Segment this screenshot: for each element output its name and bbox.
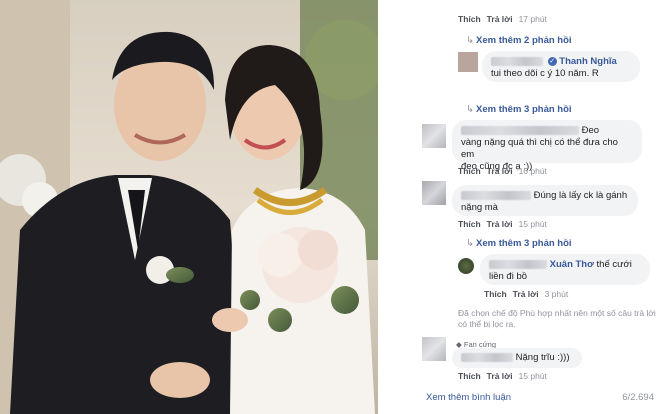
like-link[interactable]: Thích: [458, 14, 481, 24]
reply-link[interactable]: Trả lời: [513, 289, 539, 299]
blurred-name: [461, 125, 579, 135]
like-link[interactable]: Thích: [484, 289, 507, 299]
commenter-name[interactable]: Xuân Thơ: [550, 259, 594, 270]
avatar[interactable]: [458, 52, 478, 72]
reply-arrow-icon: ↳: [466, 238, 474, 249]
reply-arrow-icon: ↳: [466, 35, 474, 46]
comment-time: 3 phút: [544, 289, 569, 299]
like-link[interactable]: Thích: [458, 371, 481, 381]
comment-text: tui theo dõi c ý 10 năm. R: [491, 68, 599, 79]
commenter-name[interactable]: Thanh Nghĩa: [559, 56, 617, 67]
reply-link[interactable]: Trả lời: [487, 166, 513, 176]
verified-badge-icon: ✓: [547, 56, 557, 66]
comment-count: 6/2.694: [622, 392, 654, 403]
comment-text: vàng nặng quá thì chị có thể đưa cho em: [461, 137, 618, 160]
view-more-replies-link[interactable]: ↳ Xem thêm 3 phản hồi: [466, 104, 572, 115]
avatar[interactable]: [422, 124, 446, 148]
wedding-photo-image: [0, 0, 378, 414]
like-link[interactable]: Thích: [458, 219, 481, 229]
comment-meta: Thích Trả lời 15 phút: [458, 219, 547, 229]
comment-text: nặng mà: [461, 202, 498, 213]
comment-text: Đeo: [581, 125, 600, 136]
comment-bubble: Nặng trĩu :))): [452, 348, 582, 368]
blurred-name: [489, 259, 547, 269]
blurred-name: [461, 352, 513, 362]
reply-arrow-icon: ↳: [466, 104, 474, 115]
reply-bubble: ✓ Thanh Nghĩa tui theo dõi c ý 10 năm. R: [482, 51, 640, 82]
blurred-name: [491, 56, 543, 66]
avatar[interactable]: [458, 258, 474, 274]
reply-link[interactable]: Trả lời: [487, 14, 513, 24]
comment-bubble: Đúng là lấy ck là gánh nặng mà: [452, 185, 638, 216]
avatar[interactable]: [422, 181, 446, 205]
reply-link[interactable]: Trả lời: [487, 371, 513, 381]
comment-text: liền đi bồ: [489, 271, 528, 282]
comment-meta: Thích Trả lời 3 phút: [484, 289, 568, 299]
reply-link[interactable]: Trả lời: [487, 219, 513, 229]
comments-panel: Thích Trả lời 17 phút ↳ Xem thêm 2 phản hồi…: [378, 0, 660, 414]
like-link[interactable]: Thích: [458, 166, 481, 176]
comment-time: 17 phút: [518, 14, 547, 24]
comment-text: Nặng trĩu :))): [515, 352, 570, 363]
comment-meta: Thích Trả lời 15 phút: [458, 371, 547, 381]
blurred-name: [461, 190, 531, 200]
comment-time: 15 phút: [518, 219, 547, 229]
reply-bubble: Xuân Thơ thế cưới liền đi bồ: [480, 254, 650, 285]
comment-meta-top: Thích Trả lời 17 phút: [458, 14, 547, 24]
post-photo[interactable]: [0, 0, 378, 414]
comments-footer: Xem thêm bình luận 6/2.694: [378, 388, 660, 414]
comment-time: 16 phút: [518, 166, 547, 176]
comment-bubble: Đeo vàng nặng quá thì chị có thể đưa cho…: [452, 120, 642, 172]
view-more-comments-link[interactable]: Xem thêm bình luận: [426, 392, 511, 403]
view-more-replies-link[interactable]: ↳ Xem thêm 2 phản hồi: [466, 35, 572, 46]
avatar[interactable]: [422, 337, 446, 361]
filter-notice: Đã chọn chế độ Phù hợp nhất nên một số c…: [458, 308, 656, 329]
view-more-replies-link[interactable]: ↳ Xem thêm 3 phản hồi: [466, 238, 572, 249]
comment-text: Đúng là lấy ck là gánh: [533, 190, 628, 201]
comment-text: thế cưới: [596, 259, 632, 270]
comment-time: 15 phút: [518, 371, 547, 381]
comment-meta: Thích Trả lời 16 phút: [458, 166, 547, 176]
